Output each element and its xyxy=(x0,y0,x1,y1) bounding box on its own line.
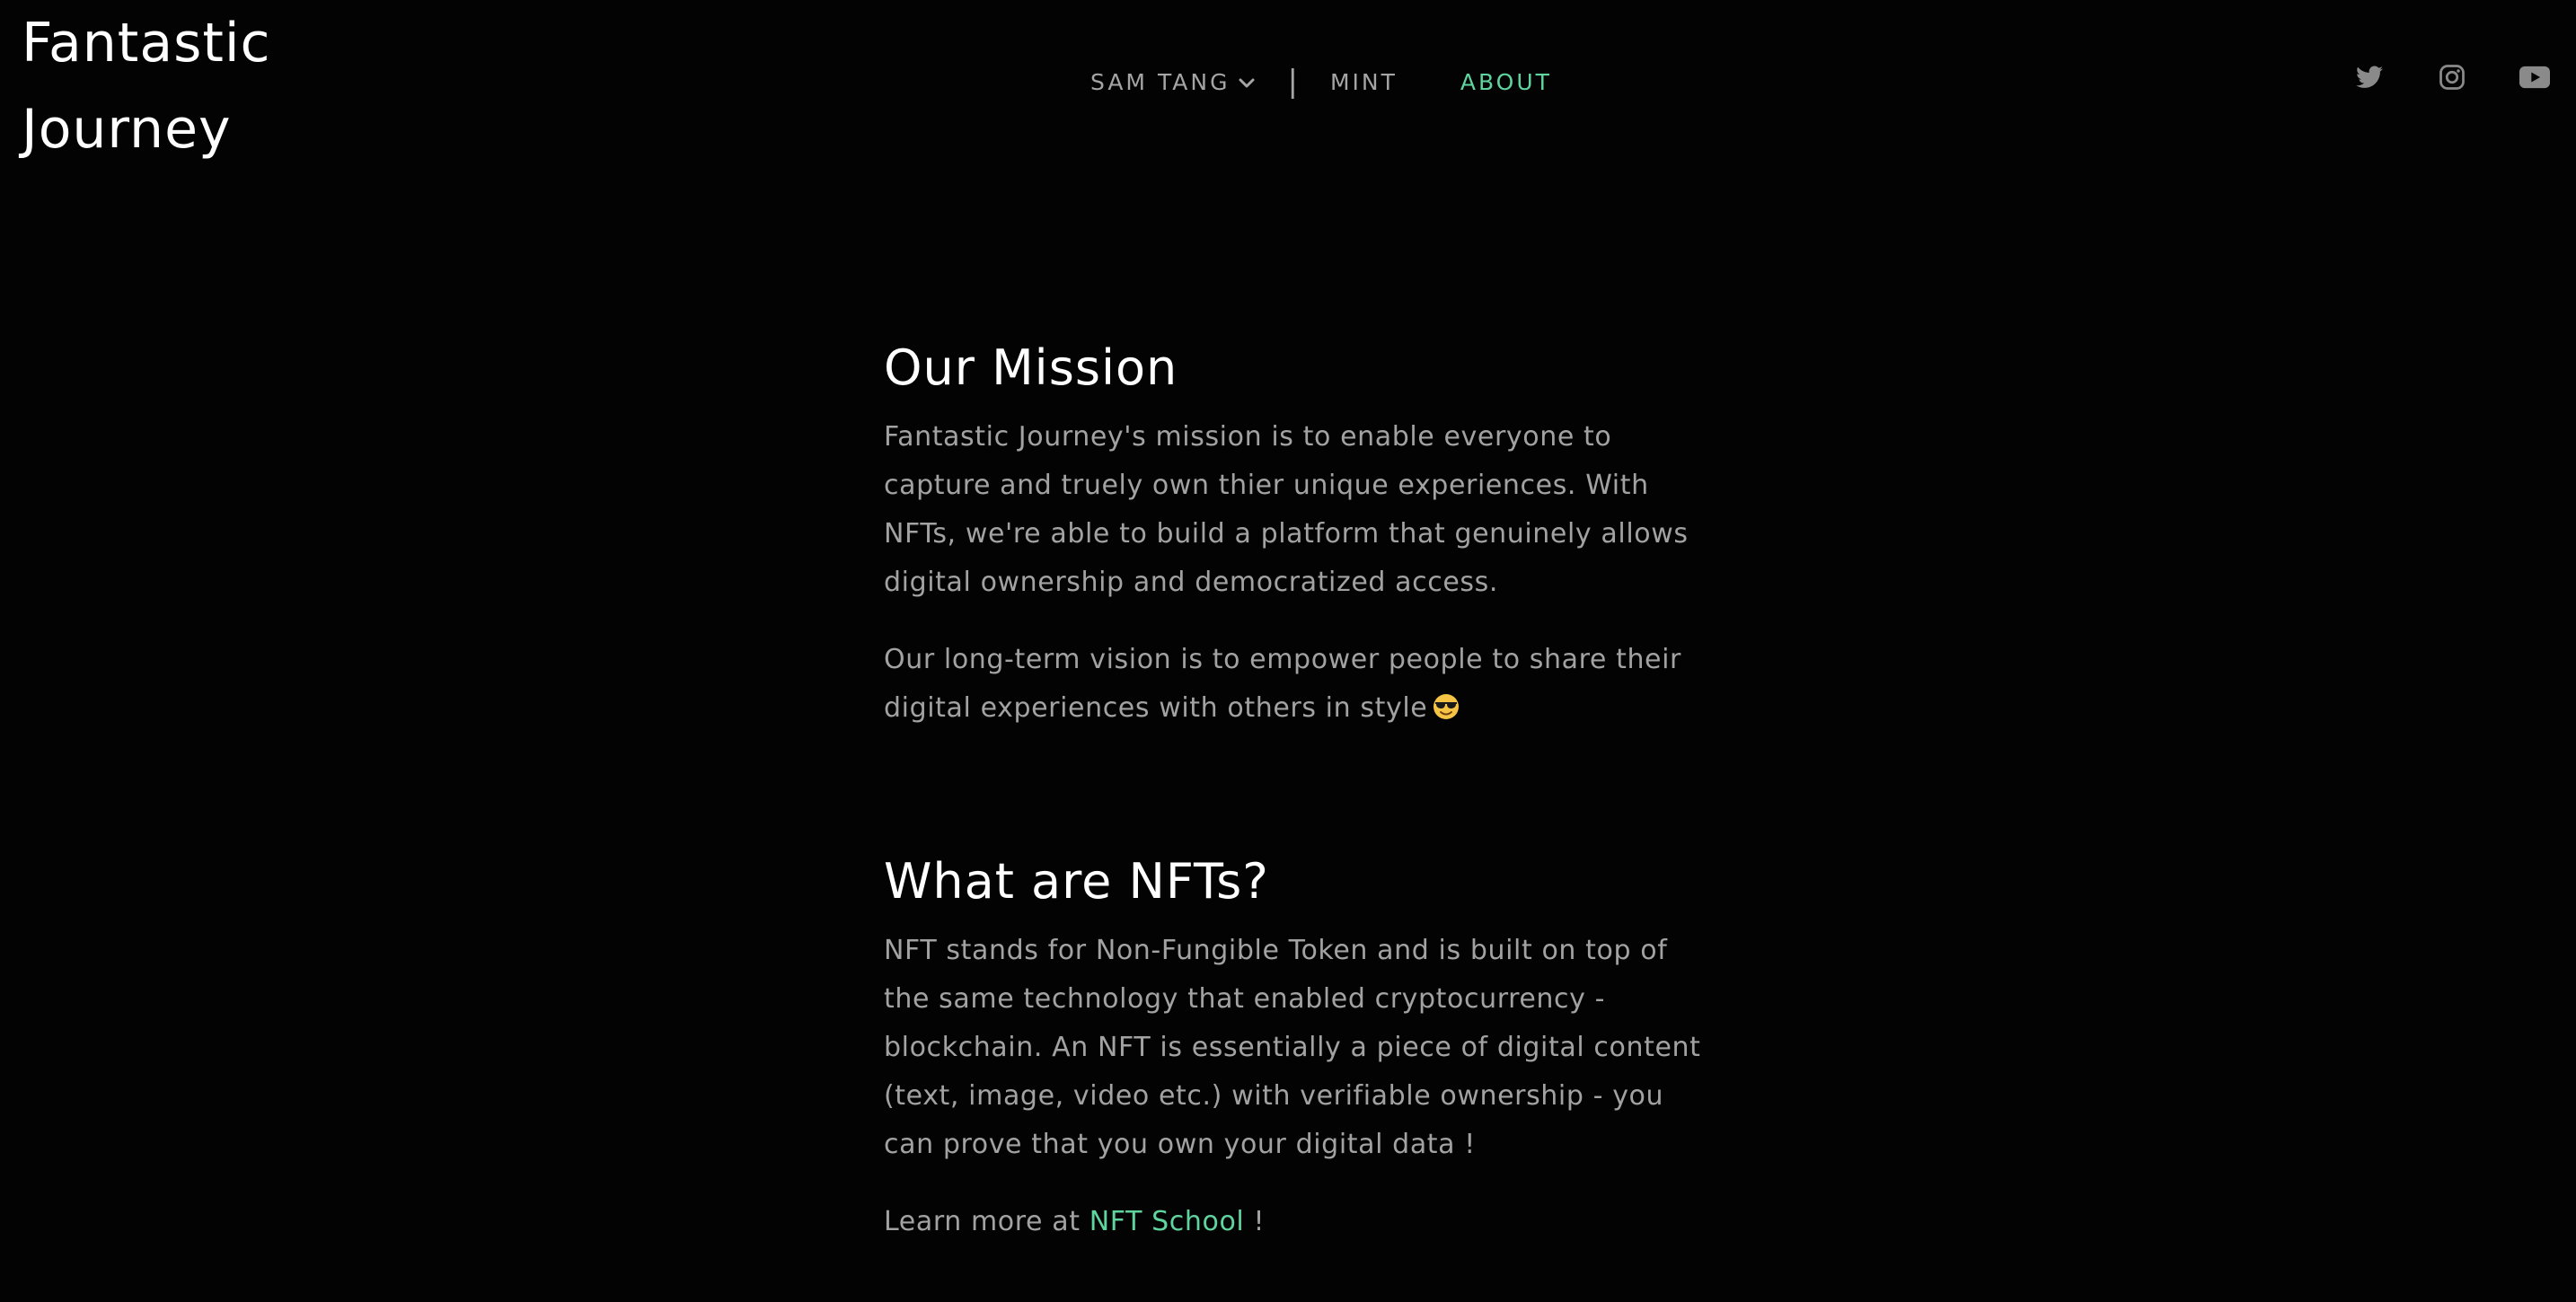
chevron-down-icon xyxy=(1239,78,1255,89)
nav-item-about[interactable]: ABOUT xyxy=(1460,69,1552,95)
learn-more-prefix: Learn more at xyxy=(884,1206,1081,1237)
nav-item-mint[interactable]: MINT xyxy=(1330,69,1398,95)
nfts-section: What are NFTs? NFT stands for Non-Fungib… xyxy=(884,846,1710,1246)
mission-title: Our Mission xyxy=(884,339,1178,396)
mission-section: Our Mission Fantastic Journey's mission … xyxy=(884,332,1710,736)
sunglasses-emoji-icon xyxy=(1433,688,1460,736)
mission-paragraph-2-text: Our long-term vision is to empower peopl… xyxy=(884,644,1681,724)
main-nav: SAM TANG | MINT ABOUT xyxy=(1090,59,1552,104)
logo-line-2: Journey xyxy=(22,98,232,161)
mission-paragraph-1: Fantastic Journey's mission is to enable… xyxy=(884,421,1689,598)
site-logo[interactable]: Fantastic Journey xyxy=(22,0,345,172)
nav-dropdown-sam-tang[interactable]: SAM TANG xyxy=(1090,69,1255,95)
social-links xyxy=(2303,61,2551,93)
nav-dropdown-label: SAM TANG xyxy=(1090,68,1231,95)
nfts-paragraph-1: NFT stands for Non-Fungible Token and is… xyxy=(884,935,1701,1160)
twitter-icon[interactable] xyxy=(2353,61,2386,93)
mission-paragraph-2: Our long-term vision is to empower peopl… xyxy=(884,636,1710,736)
page: Fantastic Journey SAM TANG | MINT ABOUT xyxy=(0,0,2576,1302)
nfts-title: What are NFTs? xyxy=(884,853,1269,910)
youtube-icon[interactable] xyxy=(2519,61,2551,93)
about-content: Our Mission Fantastic Journey's mission … xyxy=(884,332,1710,1275)
logo-line-1: Fantastic xyxy=(22,12,271,75)
nav-separator: | xyxy=(1287,64,1298,100)
learn-more-paragraph: Learn more at NFT School ! xyxy=(884,1198,1710,1246)
nft-school-link[interactable]: NFT School xyxy=(1090,1206,1245,1237)
learn-more-suffix: ! xyxy=(1253,1206,1266,1237)
instagram-icon[interactable] xyxy=(2436,61,2468,93)
